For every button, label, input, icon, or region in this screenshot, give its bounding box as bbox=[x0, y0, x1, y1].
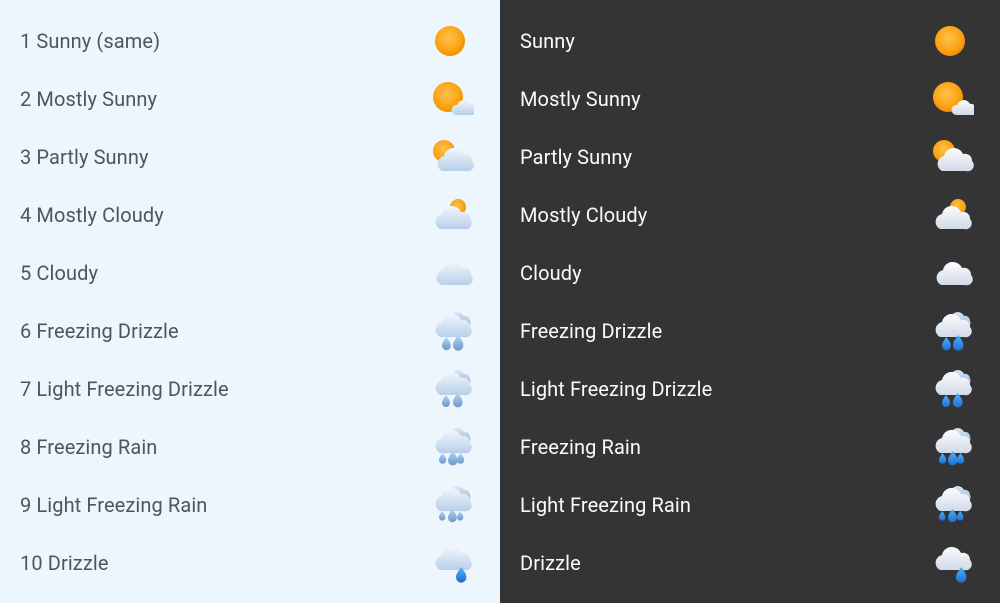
sunny-icon bbox=[920, 17, 980, 65]
list-item: Drizzle bbox=[520, 534, 980, 592]
list-item: 1 Sunny (same) bbox=[20, 12, 480, 70]
list-item: Mostly Sunny bbox=[520, 70, 980, 128]
weather-label: Drizzle bbox=[520, 551, 581, 575]
freezing-drizzle-icon bbox=[920, 307, 980, 355]
freezing-drizzle-icon bbox=[420, 365, 480, 413]
weather-label: Cloudy bbox=[520, 261, 582, 285]
weather-label: Mostly Sunny bbox=[520, 87, 641, 111]
list-item: Light Freezing Drizzle bbox=[520, 360, 980, 418]
drizzle-icon bbox=[420, 539, 480, 587]
list-item: Sunny bbox=[520, 12, 980, 70]
weather-label: 4 Mostly Cloudy bbox=[20, 203, 164, 227]
weather-label: 3 Partly Sunny bbox=[20, 145, 149, 169]
freezing-drizzle-icon bbox=[420, 307, 480, 355]
weather-icon-comparison: 1 Sunny (same) 2 Mostly Sunny 3 Partly S… bbox=[0, 0, 1000, 603]
mostly-sunny-icon bbox=[420, 75, 480, 123]
list-item: 5 Cloudy bbox=[20, 244, 480, 302]
list-item: Freezing Drizzle bbox=[520, 302, 980, 360]
list-item: 3 Partly Sunny bbox=[20, 128, 480, 186]
sunny-icon bbox=[420, 17, 480, 65]
list-item: 9 Light Freezing Rain bbox=[20, 476, 480, 534]
freezing-rain-icon bbox=[920, 481, 980, 529]
weather-label: Sunny bbox=[520, 29, 575, 53]
cloudy-icon bbox=[420, 249, 480, 297]
mostly-sunny-icon bbox=[920, 75, 980, 123]
list-item: 6 Freezing Drizzle bbox=[20, 302, 480, 360]
weather-label: 6 Freezing Drizzle bbox=[20, 319, 179, 343]
list-item: Partly Sunny bbox=[520, 128, 980, 186]
list-item: Freezing Rain bbox=[520, 418, 980, 476]
cloudy-icon bbox=[920, 249, 980, 297]
list-item: 10 Drizzle bbox=[20, 534, 480, 592]
weather-label: Mostly Cloudy bbox=[520, 203, 647, 227]
list-item: 7 Light Freezing Drizzle bbox=[20, 360, 480, 418]
weather-label: Freezing Rain bbox=[520, 435, 641, 459]
weather-label: 5 Cloudy bbox=[20, 261, 98, 285]
freezing-rain-icon bbox=[420, 481, 480, 529]
weather-label: 2 Mostly Sunny bbox=[20, 87, 157, 111]
dark-theme-panel: Sunny Mostly Sunny Partly Sunny Mostly C… bbox=[500, 0, 1000, 603]
mostly-cloudy-icon bbox=[920, 191, 980, 239]
mostly-cloudy-icon bbox=[420, 191, 480, 239]
list-item: Cloudy bbox=[520, 244, 980, 302]
light-theme-panel: 1 Sunny (same) 2 Mostly Sunny 3 Partly S… bbox=[0, 0, 500, 603]
weather-label: Partly Sunny bbox=[520, 145, 632, 169]
list-item: Mostly Cloudy bbox=[520, 186, 980, 244]
list-item: 2 Mostly Sunny bbox=[20, 70, 480, 128]
list-item: Light Freezing Rain bbox=[520, 476, 980, 534]
partly-sunny-icon bbox=[420, 133, 480, 181]
weather-label: 8 Freezing Rain bbox=[20, 435, 157, 459]
weather-label: 10 Drizzle bbox=[20, 551, 109, 575]
weather-label: Freezing Drizzle bbox=[520, 319, 662, 343]
freezing-rain-icon bbox=[920, 423, 980, 471]
weather-label: Light Freezing Rain bbox=[520, 493, 691, 517]
weather-label: 9 Light Freezing Rain bbox=[20, 493, 207, 517]
list-item: 4 Mostly Cloudy bbox=[20, 186, 480, 244]
freezing-drizzle-icon bbox=[920, 365, 980, 413]
weather-label: Light Freezing Drizzle bbox=[520, 377, 712, 401]
partly-sunny-icon bbox=[920, 133, 980, 181]
freezing-rain-icon bbox=[420, 423, 480, 471]
drizzle-icon bbox=[920, 539, 980, 587]
list-item: 8 Freezing Rain bbox=[20, 418, 480, 476]
weather-label: 1 Sunny (same) bbox=[20, 29, 160, 53]
weather-label: 7 Light Freezing Drizzle bbox=[20, 377, 229, 401]
